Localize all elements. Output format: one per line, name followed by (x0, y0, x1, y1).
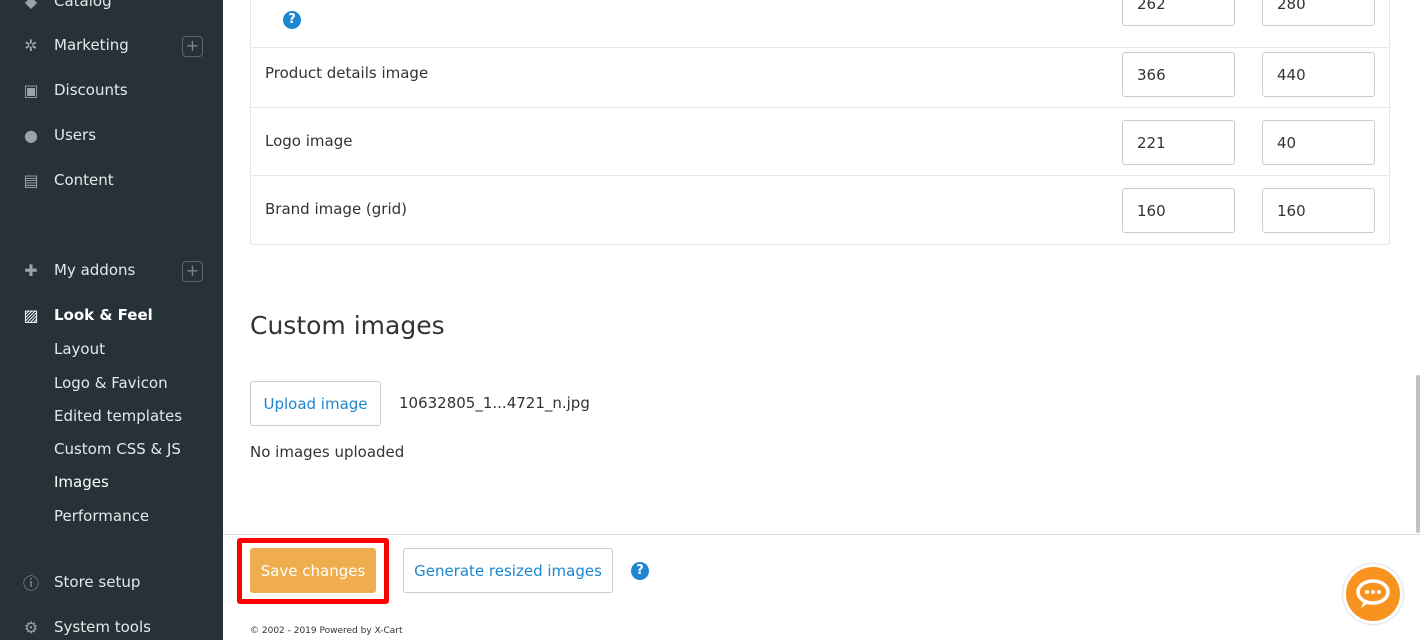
tag-icon: ◆ (24, 0, 38, 11)
uploaded-filename: 10632805_1...4721_n.jpg (399, 394, 590, 412)
generate-resized-images-button[interactable]: Generate resized images (403, 548, 613, 593)
height-input[interactable] (1262, 52, 1375, 97)
row-label: Brand image (grid) (265, 200, 408, 218)
save-changes-button[interactable]: Save changes (250, 548, 376, 593)
sidebar-item-label: Look & Feel (54, 306, 153, 324)
sidebar-item-label: Catalog (54, 0, 112, 10)
sidebar-subitem-edited-templates[interactable]: Edited templates (54, 407, 182, 425)
sidebar-item-look-feel[interactable]: ▨ Look & Feel (20, 305, 153, 325)
help-icon[interactable]: ? (631, 562, 649, 580)
sidebar: ◆ Catalog ✲ Marketing + ▣ Discounts ● Users … (0, 0, 223, 640)
sidebar-item-system-tools[interactable]: ⚙ System tools (20, 617, 151, 637)
help-icon[interactable]: ? (283, 11, 301, 29)
sidebar-item-catalog[interactable]: ◆ Catalog (20, 0, 112, 11)
height-input[interactable] (1262, 188, 1375, 233)
sidebar-item-label: Content (54, 171, 114, 189)
table-row: Logo image (251, 108, 1389, 176)
sidebar-subitem-images[interactable]: Images (54, 473, 109, 491)
add-addon-button[interactable]: + (182, 261, 203, 282)
sidebar-item-label: System tools (54, 618, 151, 636)
no-images-text: No images uploaded (250, 443, 405, 461)
chat-button[interactable] (1343, 564, 1403, 624)
main-content: ? Product details image Logo image Brand… (223, 0, 1421, 640)
sidebar-subitem-layout[interactable]: Layout (54, 340, 105, 358)
sidebar-item-store-setup[interactable]: ⓘ Store setup (20, 573, 141, 593)
gift-icon: ▣ (23, 80, 39, 100)
sidebar-subitem-custom-css-js[interactable]: Custom CSS & JS (54, 440, 181, 458)
gear-icon: ⚙ (23, 617, 39, 637)
width-input[interactable] (1122, 0, 1235, 26)
sidebar-item-marketing[interactable]: ✲ Marketing (20, 35, 129, 55)
sidebar-item-label: My addons (54, 261, 136, 279)
sidebar-item-my-addons[interactable]: ✚ My addons (20, 260, 136, 280)
width-input[interactable] (1122, 52, 1235, 97)
add-marketing-button[interactable]: + (182, 36, 203, 57)
custom-images-title: Custom images (250, 311, 445, 340)
footer-bar: Save changes Generate resized images ? ©… (223, 534, 1421, 640)
network-icon: ✲ (24, 35, 38, 55)
scrollbar[interactable] (1416, 375, 1420, 533)
sidebar-item-users[interactable]: ● Users (20, 125, 97, 145)
sidebar-item-label: Marketing (54, 36, 129, 54)
sidebar-subitem-performance[interactable]: Performance (54, 507, 149, 525)
info-icon: ⓘ (22, 574, 39, 593)
sidebar-item-label: Users (54, 126, 97, 144)
table-row: Product details image (251, 40, 1389, 108)
sidebar-subitem-logo-favicon[interactable]: Logo & Favicon (54, 374, 168, 392)
newspaper-icon: ▤ (23, 170, 39, 190)
sidebar-item-label: Discounts (54, 81, 128, 99)
image-icon: ▨ (23, 305, 39, 325)
height-input[interactable] (1262, 120, 1375, 165)
upload-image-button[interactable]: Upload image (250, 381, 381, 426)
sidebar-item-label: Store setup (54, 573, 141, 591)
copyright: © 2002 - 2019 Powered by X-Cart (250, 626, 403, 636)
height-input[interactable] (1262, 0, 1375, 26)
row-label: Product details image (265, 64, 429, 82)
sidebar-item-content[interactable]: ▤ Content (20, 170, 114, 190)
width-input[interactable] (1122, 188, 1235, 233)
users-icon: ● (24, 125, 38, 145)
table-row: Brand image (grid) (251, 176, 1389, 244)
chat-icon (1356, 579, 1390, 608)
sidebar-item-discounts[interactable]: ▣ Discounts (20, 80, 128, 100)
image-sizes-table: ? Product details image Logo image Brand… (250, 0, 1390, 245)
width-input[interactable] (1122, 120, 1235, 165)
puzzle-icon: ✚ (24, 260, 38, 280)
row-label: Logo image (265, 132, 353, 150)
